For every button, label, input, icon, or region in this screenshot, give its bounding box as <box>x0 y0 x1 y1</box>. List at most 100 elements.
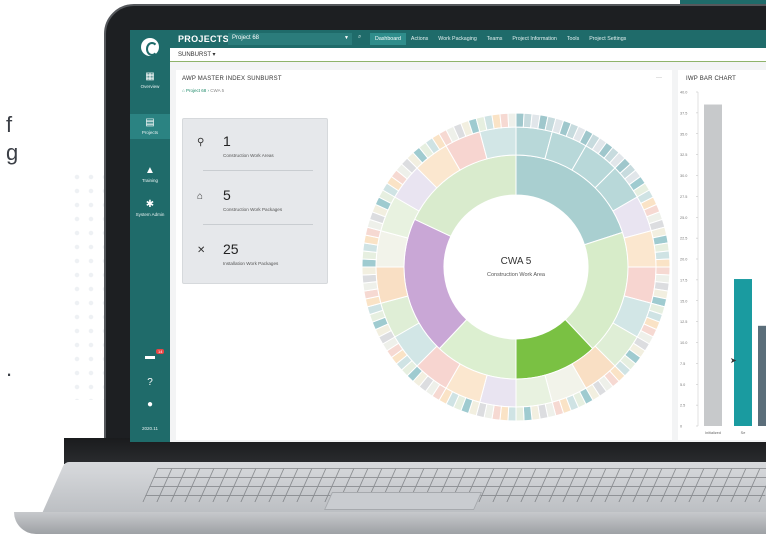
nav-work-packaging[interactable]: Work Packaging <box>433 33 481 45</box>
y-tick-label: 20.0 <box>680 258 687 262</box>
stat-label: Installation Work Packages <box>223 261 279 266</box>
sidebar-item-label: System Admin <box>135 212 165 217</box>
y-tick-label: 35.0 <box>680 132 687 136</box>
sunburst-card: AWP MASTER INDEX SUNBURST ··· ⌂ Project … <box>176 70 672 440</box>
section-title: PROJECTS <box>178 34 229 44</box>
sidebar-item-projects[interactable]: ▤ Projects <box>130 114 170 139</box>
y-tick-label: 7.5 <box>680 362 685 366</box>
y-tick-label: 10.0 <box>680 341 687 345</box>
stat-cwa: ⚲ 1 Construction Work Areas <box>183 119 329 171</box>
graduation-cap-icon: ▲ <box>145 165 155 176</box>
sunburst-activity-segment[interactable] <box>507 112 517 128</box>
sunburst-activity-segment[interactable] <box>361 266 377 276</box>
app-screen: ▦ Overview ▤ Projects ▲ Training ✱ Syste… <box>130 30 766 442</box>
laptop-bottom-edge <box>14 512 766 534</box>
user-icon: ● <box>146 399 154 410</box>
sidebar-item-help[interactable]: ? <box>130 378 170 390</box>
card-title: IWP BAR CHART <box>686 76 737 82</box>
mouse-cursor: ➤ <box>730 356 737 365</box>
bar[interactable] <box>734 279 752 426</box>
card-title: AWP MASTER INDEX SUNBURST <box>182 76 282 82</box>
sunburst-activity-segment[interactable] <box>655 258 671 268</box>
top-navbar: PROJECTS Project 68 ▼ ⌕ Dashboard Action… <box>170 30 766 48</box>
y-tick-label: 25.0 <box>680 216 687 220</box>
crane-icon: ⌂ <box>197 191 204 202</box>
nav-actions[interactable]: Actions <box>406 33 433 45</box>
clipboard-icon: ▤ <box>145 117 155 128</box>
sidebar-item-overview[interactable]: ▦ Overview <box>130 71 170 90</box>
y-tick-label: 15.0 <box>680 299 687 303</box>
y-tick-label: 5.0 <box>680 383 685 387</box>
divider <box>203 170 313 171</box>
notification-badge: 14 <box>156 349 165 354</box>
y-tick-label: 40.0 <box>680 91 687 95</box>
text-fragment: g <box>6 140 19 165</box>
sunburst-activity-segment[interactable] <box>499 112 510 129</box>
dashboard-select[interactable]: SUNBURST ▾ <box>178 51 216 58</box>
sunburst-activity-segment[interactable] <box>655 266 671 276</box>
nav-teams[interactable]: Teams <box>482 33 508 45</box>
grid-icon: ▦ <box>145 71 155 82</box>
y-tick-label: 0 <box>680 425 682 429</box>
y-tick-label: 2.5 <box>680 404 685 408</box>
sunburst-activity-segment[interactable] <box>522 405 533 422</box>
y-tick-label: 32.5 <box>680 153 687 157</box>
y-tick-label: 37.5 <box>680 111 687 115</box>
gear-icon: ✱ <box>145 199 155 210</box>
app-logo[interactable] <box>141 38 159 56</box>
tools-icon: ✕ <box>197 245 206 256</box>
breadcrumb-current: CWA 5 <box>210 88 225 93</box>
sunburst-chart[interactable]: CWA 5 Construction Work Area <box>361 112 671 422</box>
stat-iwp: ✕ 25 Installation Work Packages <box>183 227 329 279</box>
sidebar-item-notifications[interactable]: ▬ 14 <box>130 349 170 364</box>
nav-dashboard[interactable]: Dashboard <box>370 33 406 45</box>
stat-label: Construction Work Packages <box>223 207 283 212</box>
help-icon: ? <box>147 377 153 388</box>
sunburst-center-title: CWA 5 <box>501 256 532 267</box>
bar[interactable] <box>758 325 766 426</box>
more-options-icon[interactable]: ··· <box>656 75 662 81</box>
stat-value: 25 <box>223 241 239 257</box>
y-tick-label: 27.5 <box>680 195 687 199</box>
sunburst-activity-segment[interactable] <box>515 406 525 422</box>
project-select-value: Project 68 <box>232 35 260 41</box>
location-pin-icon: ⚲ <box>197 137 205 148</box>
sunburst-activity-segment[interactable] <box>507 406 517 422</box>
text-fragment: . <box>6 356 13 381</box>
x-tick-label: Se <box>741 431 746 435</box>
nav-tools[interactable]: Tools <box>562 33 584 45</box>
search-icon[interactable]: ⌕ <box>358 34 361 41</box>
stat-label: Construction Work Areas <box>223 153 274 158</box>
main-nav: Dashboard Actions Work Packaging Teams P… <box>370 33 631 45</box>
iwp-bar-chart-card: IWP BAR CHART 0 2.5 5.0 7.5 10.0 12.5 15.0 17.5… <box>678 70 766 440</box>
sunburst-activity-segment[interactable] <box>361 273 378 284</box>
summary-stats-panel: ⚲ 1 Construction Work Areas ⌂ 5 Construc… <box>182 118 328 284</box>
y-tick-label: 12.5 <box>680 320 687 324</box>
breadcrumb: ⌂ Project 68 › CWA 5 <box>182 88 224 93</box>
notification-icon: ▬ <box>145 351 155 362</box>
sidebar-item-training[interactable]: ▲ Training <box>130 165 170 184</box>
stat-value: 5 <box>223 187 231 203</box>
sidebar-item-system-admin[interactable]: ✱ System Admin <box>130 199 170 218</box>
sidebar-item-label: Training <box>141 178 159 183</box>
sidebar-item-user[interactable]: ● <box>130 400 170 412</box>
stat-value: 1 <box>223 133 231 149</box>
nav-project-information[interactable]: Project Information <box>507 33 561 45</box>
text-fragment: f <box>6 112 13 137</box>
laptop-trackpad <box>323 492 483 510</box>
nav-project-settings[interactable]: Project Settings <box>584 33 631 45</box>
sunburst-activity-segment[interactable] <box>654 250 671 261</box>
bar[interactable] <box>704 104 722 427</box>
sidebar-item-label: Overview <box>140 84 160 89</box>
y-tick-label: 22.5 <box>680 237 687 241</box>
stat-cwp: ⌂ 5 Construction Work Packages <box>183 173 329 225</box>
iwp-bar-chart[interactable]: 0 2.5 5.0 7.5 10.0 12.5 15.0 17.5 20.0 22.5 25.0 27… <box>678 84 766 440</box>
sunburst-activity-segment[interactable] <box>361 258 377 268</box>
sidebar: ▦ Overview ▤ Projects ▲ Training ✱ Syste… <box>130 30 170 442</box>
product-screenshot: f g . ▦ Overview ▤ Projects ▲ Training ✱ <box>0 0 766 534</box>
divider <box>203 224 313 225</box>
breadcrumb-root[interactable]: Project 68 <box>186 88 206 93</box>
y-tick-label: 17.5 <box>680 278 687 282</box>
sunburst-activity-segment[interactable] <box>515 112 525 128</box>
project-select[interactable]: Project 68 ▼ <box>228 33 352 45</box>
